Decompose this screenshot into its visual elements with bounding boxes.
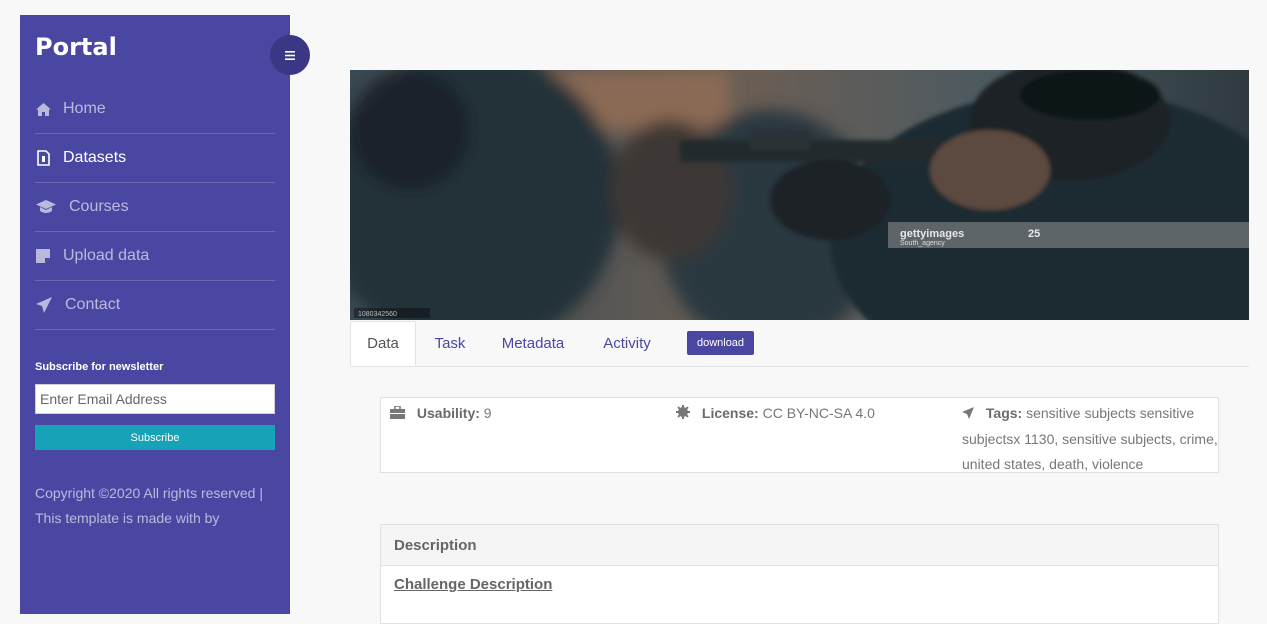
dataset-tabs: Data Task Metadata Activity download — [350, 321, 1249, 367]
dataset-banner-image: gettyimages 25 South_agency 1080342560 — [350, 70, 1249, 320]
usability-label: Usability: — [416, 405, 480, 421]
menu-icon — [285, 50, 295, 60]
license-stat: License: CC BY-NC-SA 4.0 — [676, 401, 946, 427]
sidebar-item-home[interactable]: Home — [35, 85, 275, 134]
newsletter-email-input[interactable] — [35, 384, 275, 414]
challenge-description-heading: Challenge Description — [394, 576, 553, 593]
tab-metadata[interactable]: Metadata — [484, 321, 582, 366]
sidebar-item-upload-data[interactable]: Upload data — [35, 232, 275, 281]
license-label: License: — [701, 405, 759, 421]
sidebar-item-label: Courses — [69, 198, 129, 215]
dataset-stats-card: Usability: 9 License: CC BY-NC-SA 4.0 Ta… — [380, 397, 1219, 473]
description-card: Description Challenge Description — [380, 524, 1219, 624]
dataset-icon — [35, 150, 51, 166]
image-id: 1080342560 — [358, 311, 397, 318]
sidebar-item-label: Contact — [65, 296, 121, 313]
subscribe-button[interactable]: Subscribe — [35, 425, 275, 450]
tab-data[interactable]: Data — [350, 321, 416, 366]
tab-task[interactable]: Task — [416, 321, 484, 366]
download-button[interactable]: download — [687, 331, 754, 355]
graduation-cap-icon — [35, 199, 57, 215]
usability-value: 9 — [483, 405, 492, 421]
watermark-badge: 25 — [1028, 228, 1040, 240]
tags-stat: Tags: sensitive subjects sensitive subje… — [962, 401, 1218, 477]
image-credit: South_agency — [900, 240, 945, 247]
tags-label: Tags: — [985, 405, 1023, 421]
newsletter-title: Subscribe for newsletter — [35, 361, 164, 373]
sticky-note-icon — [35, 248, 51, 264]
sidebar-toggle-button[interactable] — [270, 35, 310, 75]
sidebar-item-contact[interactable]: Contact — [35, 281, 275, 330]
sidebar-item-label: Datasets — [63, 149, 127, 166]
sidebar-item-label: Upload data — [63, 247, 150, 264]
tab-activity[interactable]: Activity — [582, 321, 672, 366]
home-icon — [35, 101, 51, 117]
certificate-icon — [676, 402, 690, 427]
brand-logo[interactable]: Portal — [35, 33, 117, 61]
paper-plane-icon — [35, 297, 53, 313]
location-arrow-icon — [962, 402, 974, 427]
sidebar-item-label: Home — [63, 100, 106, 117]
sidebar-item-courses[interactable]: Courses — [35, 183, 275, 232]
briefcase-icon — [390, 402, 405, 427]
usability-stat: Usability: 9 — [390, 401, 660, 427]
watermark-text: gettyimages — [900, 228, 964, 240]
sidebar-item-datasets[interactable]: Datasets — [35, 134, 275, 183]
sidebar-nav: Home Datasets Courses Upload data Contac… — [35, 85, 275, 330]
license-value: CC BY-NC-SA 4.0 — [762, 405, 875, 421]
copyright-text: Copyright ©2020 All rights reserved | Th… — [35, 485, 263, 526]
description-heading: Description — [381, 525, 1218, 566]
sidebar: Portal Home Datasets Courses Upload data… — [20, 15, 310, 614]
